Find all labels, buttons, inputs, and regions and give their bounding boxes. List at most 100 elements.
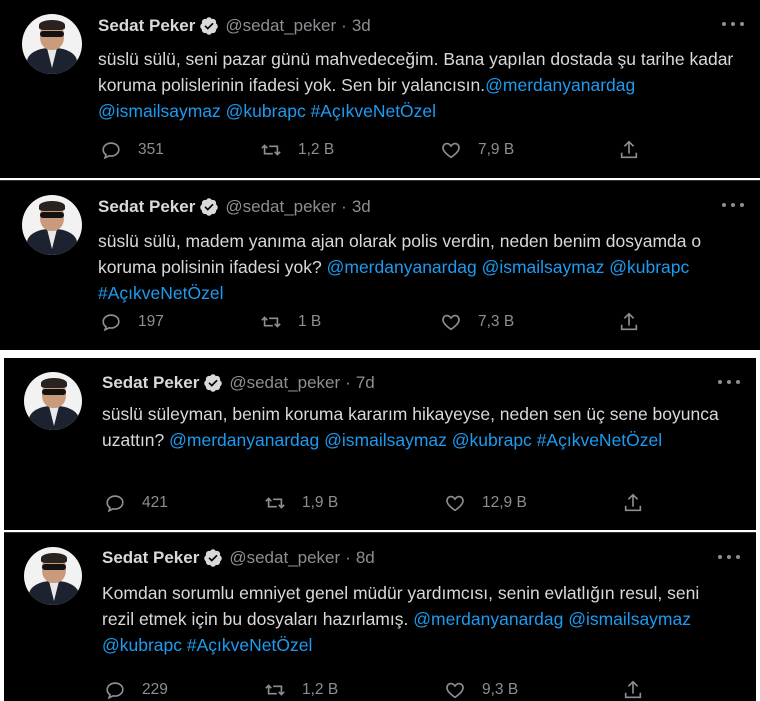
mention-link[interactable]: @merdanyanardag <box>169 430 319 450</box>
retweet-button[interactable]: 1,2 B <box>260 135 334 165</box>
avatar[interactable] <box>24 372 82 430</box>
retweet-button[interactable]: 1,9 B <box>264 488 338 518</box>
separator: · <box>345 548 351 567</box>
avatar[interactable] <box>24 547 82 605</box>
action-bar: 229 1,2 B 9,3 B <box>102 675 662 701</box>
retweet-icon <box>265 684 285 696</box>
retweet-count: 1 B <box>298 313 322 330</box>
retweet-button[interactable]: 1,2 B <box>264 675 338 701</box>
retweet-count: 1,2 B <box>298 141 335 158</box>
mention-link[interactable]: @ismailsaymaz <box>568 609 691 629</box>
share-button[interactable] <box>622 675 644 701</box>
mention-link[interactable]: @merdanyanardag <box>327 257 477 277</box>
author-name[interactable]: Sedat Peker <box>98 16 195 36</box>
timestamp[interactable]: 7d <box>356 373 375 393</box>
tweet-text: süslü süleyman, benim koruma kararım hik… <box>102 401 722 453</box>
tweet[interactable]: Sedat Peker @sedat_peker · 3d süslü sülü… <box>0 180 760 350</box>
hashtag-link[interactable]: #AçıkveNetÖzel <box>187 635 312 655</box>
like-count: 9,3 B <box>482 681 519 698</box>
mention-link[interactable]: @ismailsaymaz <box>482 257 605 277</box>
mention-link[interactable]: @kubrapc <box>226 101 306 121</box>
tweet-header: Sedat Peker @sedat_peker · 3d <box>98 195 371 219</box>
hashtag-link[interactable]: #AçıkveNetÖzel <box>311 101 436 121</box>
more-icon[interactable] <box>716 372 742 392</box>
avatar[interactable] <box>22 14 82 74</box>
action-bar: 197 1 B 7,3 B <box>98 307 658 337</box>
verified-badge-icon <box>200 198 219 216</box>
more-icon[interactable] <box>720 14 746 34</box>
tweet-text: Komdan sorumlu emniyet genel müdür yardı… <box>102 580 732 658</box>
like-count: 7,9 B <box>478 141 515 158</box>
share-icon <box>620 140 638 159</box>
retweet-count: 1,2 B <box>302 681 339 698</box>
separator: · <box>341 16 347 35</box>
like-icon <box>446 495 464 512</box>
timestamp[interactable]: 3d <box>352 16 371 36</box>
share-button[interactable] <box>618 135 640 165</box>
action-bar: 351 1,2 B 7,9 B <box>98 135 658 165</box>
tweet-text: süslü sülü, seni pazar günü mahvedeceğim… <box>98 46 738 124</box>
retweet-button[interactable]: 1 B <box>260 307 321 337</box>
verified-badge-icon <box>204 549 223 567</box>
reply-icon <box>106 682 124 700</box>
like-icon <box>442 142 460 159</box>
action-bar: 421 1,9 B 12,9 B <box>102 488 662 518</box>
retweet-count: 1,9 B <box>302 494 339 511</box>
reply-count: 351 <box>138 141 164 158</box>
like-count: 7,3 B <box>478 313 515 330</box>
timestamp[interactable]: 8d <box>356 548 375 568</box>
like-icon <box>446 682 464 699</box>
reply-button[interactable]: 421 <box>104 488 168 518</box>
retweet-icon <box>261 316 281 328</box>
tweet[interactable]: Sedat Peker @sedat_peker · 3d süslü sülü… <box>0 0 760 178</box>
tweet-header: Sedat Peker @sedat_peker · 7d <box>102 371 375 395</box>
reply-button[interactable]: 351 <box>100 135 164 165</box>
share-icon <box>624 493 642 512</box>
mention-link[interactable]: @kubrapc <box>452 430 532 450</box>
mention-link[interactable]: @kubrapc <box>102 635 182 655</box>
more-icon[interactable] <box>716 547 742 567</box>
retweet-icon <box>265 497 285 509</box>
reply-button[interactable]: 229 <box>104 675 168 701</box>
reply-icon <box>102 142 120 160</box>
tweet-header: Sedat Peker @sedat_peker · 8d <box>102 546 375 570</box>
like-button[interactable]: 7,9 B <box>440 135 514 165</box>
verified-badge-icon <box>200 17 219 35</box>
author-name[interactable]: Sedat Peker <box>102 548 199 568</box>
more-icon[interactable] <box>720 195 746 215</box>
tweet-header: Sedat Peker @sedat_peker · 3d <box>98 14 371 38</box>
like-button[interactable]: 9,3 B <box>444 675 518 701</box>
mention-link[interactable]: @kubrapc <box>609 257 689 277</box>
share-button[interactable] <box>622 488 644 518</box>
share-button[interactable] <box>618 307 640 337</box>
like-button[interactable]: 12,9 B <box>444 488 527 518</box>
hashtag-link[interactable]: #AçıkveNetÖzel <box>537 430 662 450</box>
reply-count: 421 <box>142 494 168 511</box>
retweet-icon <box>261 144 281 156</box>
like-icon <box>442 314 460 331</box>
reply-button[interactable]: 197 <box>100 307 164 337</box>
tweet[interactable]: Sedat Peker @sedat_peker · 7d süslü süle… <box>4 358 756 530</box>
author-handle[interactable]: @sedat_peker <box>225 16 336 36</box>
tweet[interactable]: Sedat Peker @sedat_peker · 8d Komdan sor… <box>4 532 756 701</box>
separator: · <box>345 373 351 392</box>
author-handle[interactable]: @sedat_peker <box>225 197 336 217</box>
mention-link[interactable]: @merdanyanardag <box>413 609 563 629</box>
author-name[interactable]: Sedat Peker <box>98 197 195 217</box>
author-name[interactable]: Sedat Peker <box>102 373 199 393</box>
reply-icon <box>102 314 120 332</box>
author-handle[interactable]: @sedat_peker <box>229 548 340 568</box>
tweet-text: süslü sülü, madem yanıma ajan olarak pol… <box>98 228 738 306</box>
timestamp[interactable]: 3d <box>352 197 371 217</box>
avatar[interactable] <box>22 195 82 255</box>
mention-link[interactable]: @ismailsaymaz <box>98 101 221 121</box>
mention-link[interactable]: @ismailsaymaz <box>324 430 447 450</box>
like-button[interactable]: 7,3 B <box>440 307 514 337</box>
author-handle[interactable]: @sedat_peker <box>229 373 340 393</box>
share-icon <box>620 312 638 331</box>
mention-link[interactable]: @merdanyanardag <box>485 75 635 95</box>
verified-badge-icon <box>204 374 223 392</box>
hashtag-link[interactable]: #AçıkveNetÖzel <box>98 283 223 303</box>
separator: · <box>341 197 347 216</box>
reply-icon <box>106 495 124 513</box>
